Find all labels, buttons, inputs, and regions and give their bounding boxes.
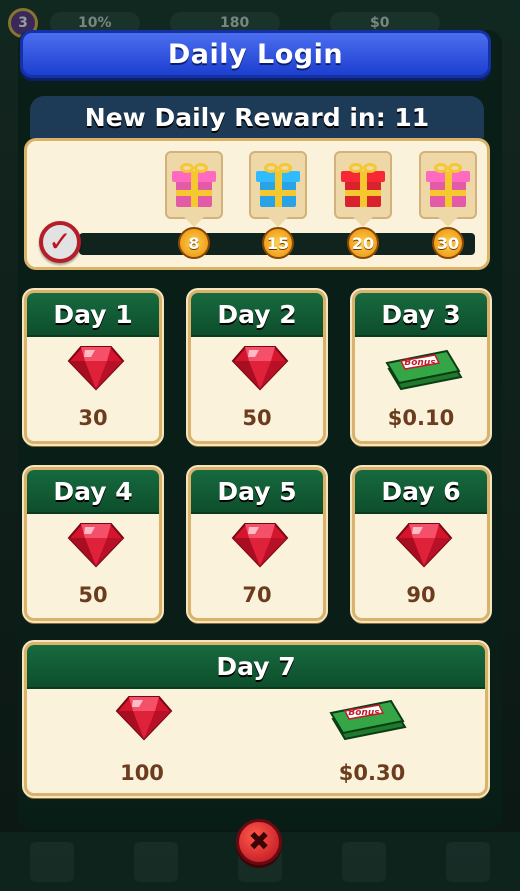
day-label: Day 2: [217, 299, 297, 329]
close-icon: ✖: [248, 827, 270, 857]
day-label: Day 5: [217, 476, 297, 506]
bonus-label: Bonus: [348, 708, 380, 718]
day-card-header: Day 2: [191, 293, 323, 337]
day-card-4[interactable]: Day 4 50: [24, 467, 162, 621]
day-card-1[interactable]: Day 1 30: [24, 290, 162, 444]
gift-pointer: [184, 217, 204, 227]
checkmark-icon: ✓: [39, 221, 81, 263]
gift-pointer: [438, 217, 458, 227]
page-title: Daily Login: [167, 38, 344, 70]
streak-progress-panel: ✓ 8 15 20 30: [24, 138, 490, 270]
day-card-header: Day 6: [355, 470, 487, 514]
day-card-6[interactable]: Day 6 90: [352, 467, 490, 621]
reward-value: 90: [406, 583, 436, 607]
reward-value: $0.10: [387, 406, 455, 430]
day-label: Day 4: [53, 476, 133, 506]
day-label: Day 3: [381, 299, 461, 329]
reward-value: $0.30: [338, 761, 406, 785]
gift-box-icon[interactable]: [419, 151, 477, 219]
day-card-header: Day 5: [191, 470, 323, 514]
gift-pointer: [268, 217, 288, 227]
day-card-3[interactable]: Day 3 Bonus $0.10: [352, 290, 490, 444]
cash-bonus-icon: Bonus: [329, 699, 407, 741]
ruby-icon: [115, 696, 173, 741]
ruby-icon: [395, 523, 453, 568]
ruby-icon: [231, 346, 289, 391]
milestone-badge: 15: [262, 227, 294, 259]
title-bar: Daily Login: [20, 30, 491, 78]
day-label: Day 1: [53, 299, 133, 329]
gift-icon[interactable]: [342, 841, 386, 882]
bonus-label: Bonus: [404, 358, 436, 368]
day-card-header: Day 7: [27, 645, 485, 689]
gift-box-icon[interactable]: [334, 151, 392, 219]
milestone-badge: 30: [432, 227, 464, 259]
reward-timer-banner: New Daily Reward in: 11: [30, 96, 484, 138]
day-card-5[interactable]: Day 5 70: [188, 467, 326, 621]
reward-timer-text: New Daily Reward in: 11: [84, 102, 430, 132]
milestone-badge: 8: [178, 227, 210, 259]
ruby-icon: [67, 346, 125, 391]
day-card-header: Day 4: [27, 470, 159, 514]
day-card-2[interactable]: Day 2 50: [188, 290, 326, 444]
reward-value: 30: [78, 406, 108, 430]
gift-box-icon[interactable]: [249, 151, 307, 219]
close-button[interactable]: ✖: [236, 819, 282, 865]
reward-value: 100: [120, 761, 164, 785]
shop-icon[interactable]: [30, 841, 74, 882]
gift-box-icon[interactable]: [165, 151, 223, 219]
cash-bonus-icon: Bonus: [385, 349, 463, 391]
trophy-icon[interactable]: [134, 841, 178, 882]
reward-value: 50: [78, 583, 108, 607]
day-card-7[interactable]: Day 7 100 Bonus $0.30: [24, 642, 488, 796]
day-card-header: Day 1: [27, 293, 159, 337]
ruby-icon: [231, 523, 289, 568]
book-icon[interactable]: [446, 841, 490, 882]
milestone-badge: 20: [347, 227, 379, 259]
daily-login-screen: 3 10% 180 $0 Daily Login New Daily Rewar…: [0, 0, 520, 891]
gift-pointer: [353, 217, 373, 227]
day-label: Day 6: [381, 476, 461, 506]
day-card-header: Day 3: [355, 293, 487, 337]
day-label: Day 7: [216, 651, 296, 681]
reward-value: 50: [242, 406, 272, 430]
ruby-icon: [67, 523, 125, 568]
reward-value: 70: [242, 583, 272, 607]
